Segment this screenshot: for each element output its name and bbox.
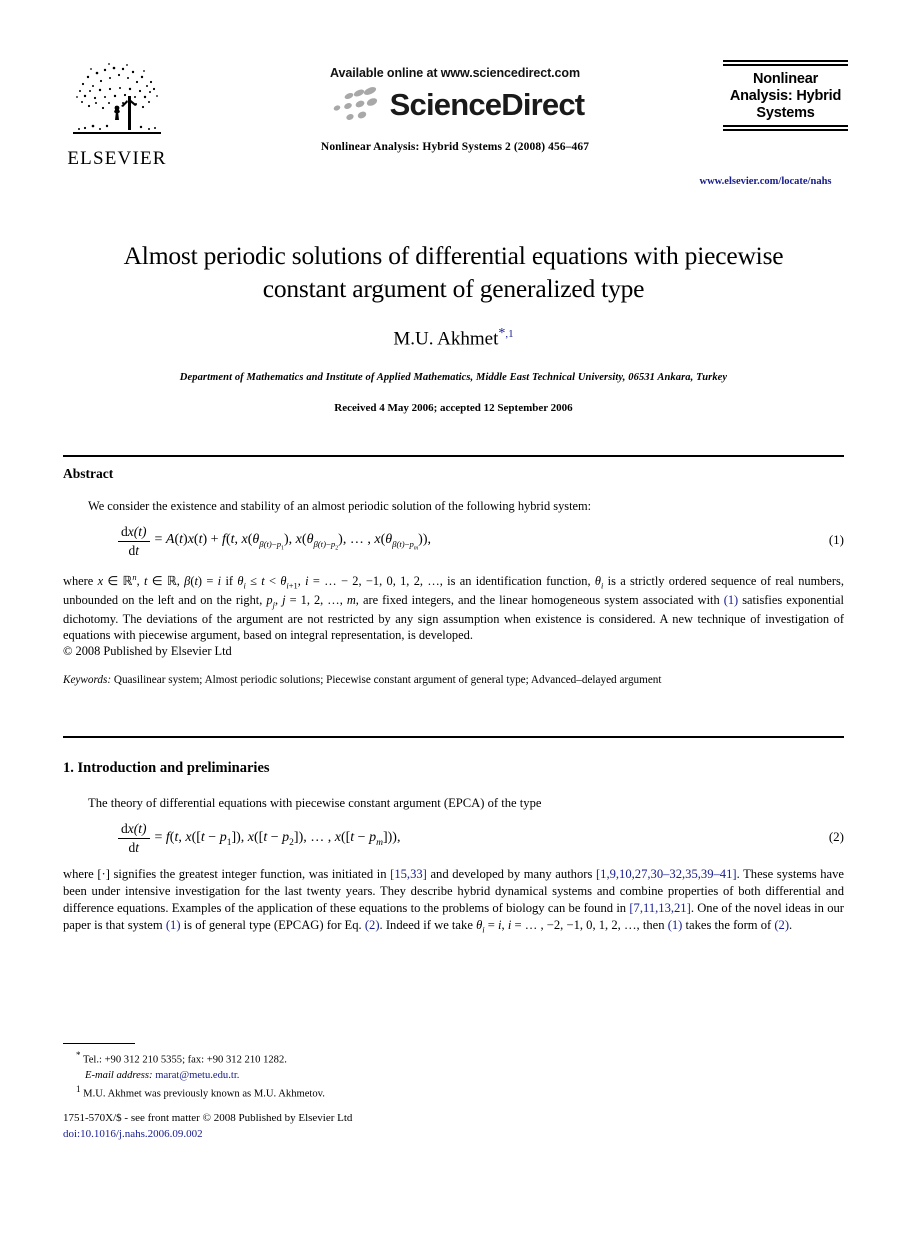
intro-text-h: takes the form of — [682, 918, 775, 933]
intro-text-a: where [·] signifies the greatest integer… — [63, 867, 391, 881]
author-line: M.U. Akhmet*,1 — [70, 326, 837, 350]
sciencedirect-block: Available online at www.sciencedirect.co… — [255, 66, 655, 153]
journal-logo-bottom-rule — [723, 125, 848, 132]
equation-2-rhs: = f(t, x([t − p1]), x([t − p2]), … , x([… — [154, 829, 401, 848]
footnote-1-marker: 1 — [76, 1084, 81, 1095]
page-title: Almost periodic solutions of differentia… — [70, 240, 837, 305]
intro-text-g: then — [642, 918, 668, 933]
equation-1-number: (1) — [828, 532, 844, 547]
footnote-tel-fax: Tel.: +90 312 210 5355; fax: +90 312 210… — [82, 1054, 287, 1066]
abstract-top-rule — [63, 455, 844, 457]
derivative-fraction: dx(t) dt — [118, 524, 150, 559]
author-footnote-marker[interactable]: ,1 — [505, 328, 513, 340]
journal-logo-title: Nonlinear Analysis: Hybrid Systems — [729, 71, 842, 121]
equation-1: dx(t) dt = A(t)x(t) + f(t, x(θβ(t)−p1), … — [63, 524, 844, 559]
intro-text-i: . — [789, 918, 793, 933]
keywords-label: Keywords: — [63, 673, 112, 686]
sciencedirect-dots-icon — [333, 87, 377, 120]
title-block: Almost periodic solutions of differentia… — [70, 240, 837, 414]
footnote-corresponding: * Tel.: +90 312 210 5355; fax: +90 312 2… — [76, 1049, 844, 1068]
equation-2-number: (2) — [828, 829, 844, 844]
elsevier-tree-icon — [65, 56, 169, 148]
equation-1-rhs: = A(t)x(t) + f(t, x(θβ(t)−p1), x(θβ(t)−p… — [154, 531, 431, 552]
elsevier-logo: ELSEVIER — [62, 56, 172, 168]
sciencedirect-logo: ScienceDirect — [255, 85, 655, 125]
received-dates: Received 4 May 2006; accepted 12 Septemb… — [334, 401, 573, 414]
keywords-bottom-rule — [63, 736, 844, 738]
page-header: ELSEVIER Available online at www.science… — [0, 0, 907, 205]
keywords-line: Keywords: Quasilinear system; Almost per… — [63, 674, 844, 686]
abstract-text-4: are fixed integers, and the linear homog… — [358, 592, 724, 607]
paper-page: ELSEVIER Available online at www.science… — [0, 0, 907, 1238]
footnote-separator-rule — [63, 1043, 135, 1044]
title-line-2: constant argument of generalized type — [262, 273, 645, 303]
cite-eq1-b[interactable]: (1) — [668, 918, 683, 932]
intro-text-e: is of general type (EPCAG) for Eq. — [180, 918, 365, 933]
available-online-text: Available online at www.sciencedirect.co… — [330, 66, 580, 80]
section-introduction: 1. Introduction and preliminaries The th… — [63, 760, 844, 937]
cite-many-authors[interactable]: [1,9,10,27,30–32,35,39–41] — [596, 867, 737, 881]
footnote-star-marker: * — [76, 1050, 81, 1060]
affiliation: Department of Mathematics and Institute … — [179, 371, 728, 383]
abstract-section: Abstract We consider the existence and s… — [63, 466, 844, 686]
email-label: E-mail address: — [85, 1069, 153, 1081]
author-name: M.U. Akhmet — [393, 328, 499, 350]
abstract-cite-eq1[interactable]: (1) — [724, 593, 738, 607]
journal-logo: Nonlinear Analysis: Hybrid Systems — [723, 60, 848, 132]
section-lead-sentence: The theory of differential equations wit… — [88, 796, 542, 810]
equation-2: dx(t) dt = f(t, x([t − p1]), x([t − p2])… — [63, 821, 844, 856]
doi-link[interactable]: doi:10.1016/j.nahs.2006.09.002 — [63, 1127, 844, 1143]
sciencedirect-wordmark: ScienceDirect — [389, 87, 585, 122]
front-matter-line: 1751-570X/$ - see front matter © 2008 Pu… — [63, 1112, 353, 1124]
cite-eq2-a[interactable]: (2) — [365, 918, 380, 932]
equation-2-body: dx(t) dt = f(t, x([t − p1]), x([t − p2])… — [118, 821, 400, 856]
introduction-paragraph: where [·] signifies the greatest integer… — [63, 867, 844, 935]
footnote-email: E-mail address: marat@metu.edu.tr. — [85, 1068, 844, 1083]
derivative-fraction-2: dx(t) dt — [118, 821, 150, 856]
footnotes-block: * Tel.: +90 312 210 5355; fax: +90 312 2… — [63, 1049, 844, 1102]
cite-biology[interactable]: [7,11,13,21] — [629, 901, 690, 915]
cite-15-33[interactable]: [15,33] — [390, 867, 427, 881]
abstract-text-1: where — [63, 574, 98, 589]
footnote-1-text: M.U. Akhmet was previously known as M.U.… — [83, 1088, 325, 1100]
section-heading: 1. Introduction and preliminaries — [63, 760, 270, 776]
cite-eq2-b[interactable]: (2) — [774, 918, 789, 932]
keywords-value: Quasilinear system; Almost periodic solu… — [113, 673, 662, 686]
footnote-1: 1 M.U. Akhmet was previously known as M.… — [76, 1083, 844, 1102]
journal-reference: Nonlinear Analysis: Hybrid Systems 2 (20… — [320, 141, 590, 153]
abstract-heading: Abstract — [63, 466, 114, 481]
abstract-body: where x ∈ ℝn, t ∈ ℝ, β(t) = i if θi ≤ t … — [63, 572, 844, 642]
email-link[interactable]: marat@metu.edu.tr. — [155, 1070, 239, 1081]
abstract-lead-sentence: We consider the existence and stability … — [88, 499, 592, 513]
colophon-block: 1751-570X/$ - see front matter © 2008 Pu… — [63, 1111, 844, 1143]
cite-eq1-a[interactable]: (1) — [166, 918, 181, 932]
abstract-copyright: © 2008 Published by Elsevier Ltd — [63, 643, 232, 658]
title-line-1: Almost periodic solutions of differentia… — [123, 241, 784, 270]
intro-text-b: and developed by many authors — [426, 867, 596, 881]
equation-1-body: dx(t) dt = A(t)x(t) + f(t, x(θβ(t)−p1), … — [118, 524, 431, 559]
elsevier-wordmark: ELSEVIER — [67, 148, 167, 169]
abstract-text-2: is an identification function, — [442, 574, 595, 589]
intro-text-f: . Indeed if we take — [379, 918, 477, 933]
journal-url-link[interactable]: www.elsevier.com/locate/nahs — [683, 176, 848, 187]
